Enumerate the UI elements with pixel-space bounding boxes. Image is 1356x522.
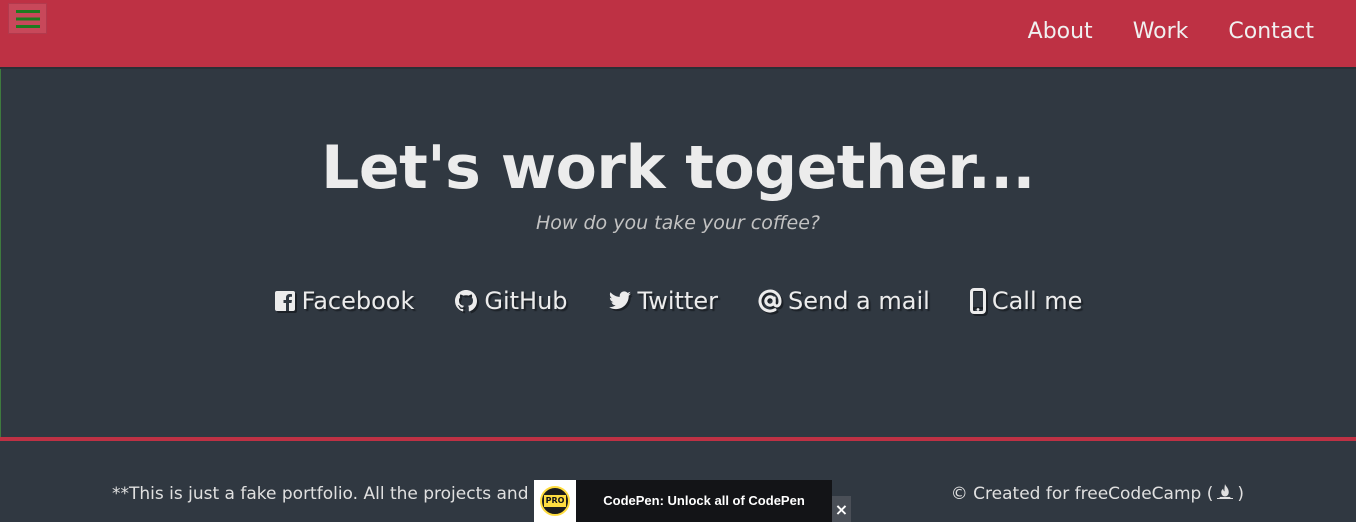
top-navbar: About Work Contact (0, 0, 1356, 69)
promo-text: CodePen: Unlock all of CodePen (603, 493, 805, 508)
call-me-label: Call me (991, 287, 1083, 315)
nav-link-work[interactable]: Work (1113, 17, 1209, 47)
footer-credit-paren: ) (1237, 484, 1244, 504)
codepen-promo-bar[interactable]: PRO CodePen: Unlock all of CodePen (534, 480, 832, 522)
hamburger-icon (15, 9, 40, 28)
send-mail-label: Send a mail (787, 287, 930, 315)
page: About Work Contact Let's work together..… (0, 0, 1356, 522)
social-links: Facebook GitHub Twitter Send a mail Call… (0, 284, 1356, 318)
twitter-icon (608, 291, 631, 310)
facebook-link[interactable]: Facebook (274, 284, 415, 318)
nav-links: About Work Contact (1008, 17, 1314, 47)
freecodecamp-link[interactable] (1217, 482, 1234, 506)
twitter-link[interactable]: Twitter (608, 284, 718, 318)
facebook-icon (274, 291, 295, 311)
promo-close-button[interactable]: × (832, 496, 851, 522)
footer-credit: © Created for freeCodeCamp ( ) (951, 482, 1244, 506)
nav-link-about[interactable]: About (1008, 17, 1113, 47)
pro-badge: PRO (534, 480, 576, 522)
call-me-link[interactable]: Call me (969, 284, 1083, 318)
nav-link-contact[interactable]: Contact (1208, 17, 1314, 47)
at-icon (758, 289, 782, 313)
send-mail-link[interactable]: Send a mail (758, 284, 930, 318)
facebook-label: Facebook (301, 287, 415, 315)
contact-subheading: How do you take your coffee? (536, 212, 820, 234)
github-label: GitHub (484, 287, 568, 315)
footer-disclaimer: **This is just a fake portfolio. All the… (112, 484, 529, 504)
github-link[interactable]: GitHub (454, 284, 568, 318)
mobile-icon (969, 288, 986, 314)
pro-badge-circle: PRO (540, 486, 570, 516)
contact-heading: Let's work together... (321, 133, 1035, 203)
pro-badge-label: PRO (543, 495, 567, 507)
github-icon (455, 290, 478, 312)
footer-credit-text: © Created for freeCodeCamp ( (950, 484, 1214, 504)
twitter-label: Twitter (637, 287, 718, 315)
close-icon: × (834, 499, 849, 519)
fire-icon (1217, 484, 1234, 499)
menu-toggle-button[interactable] (8, 3, 47, 34)
left-border (0, 69, 1, 437)
